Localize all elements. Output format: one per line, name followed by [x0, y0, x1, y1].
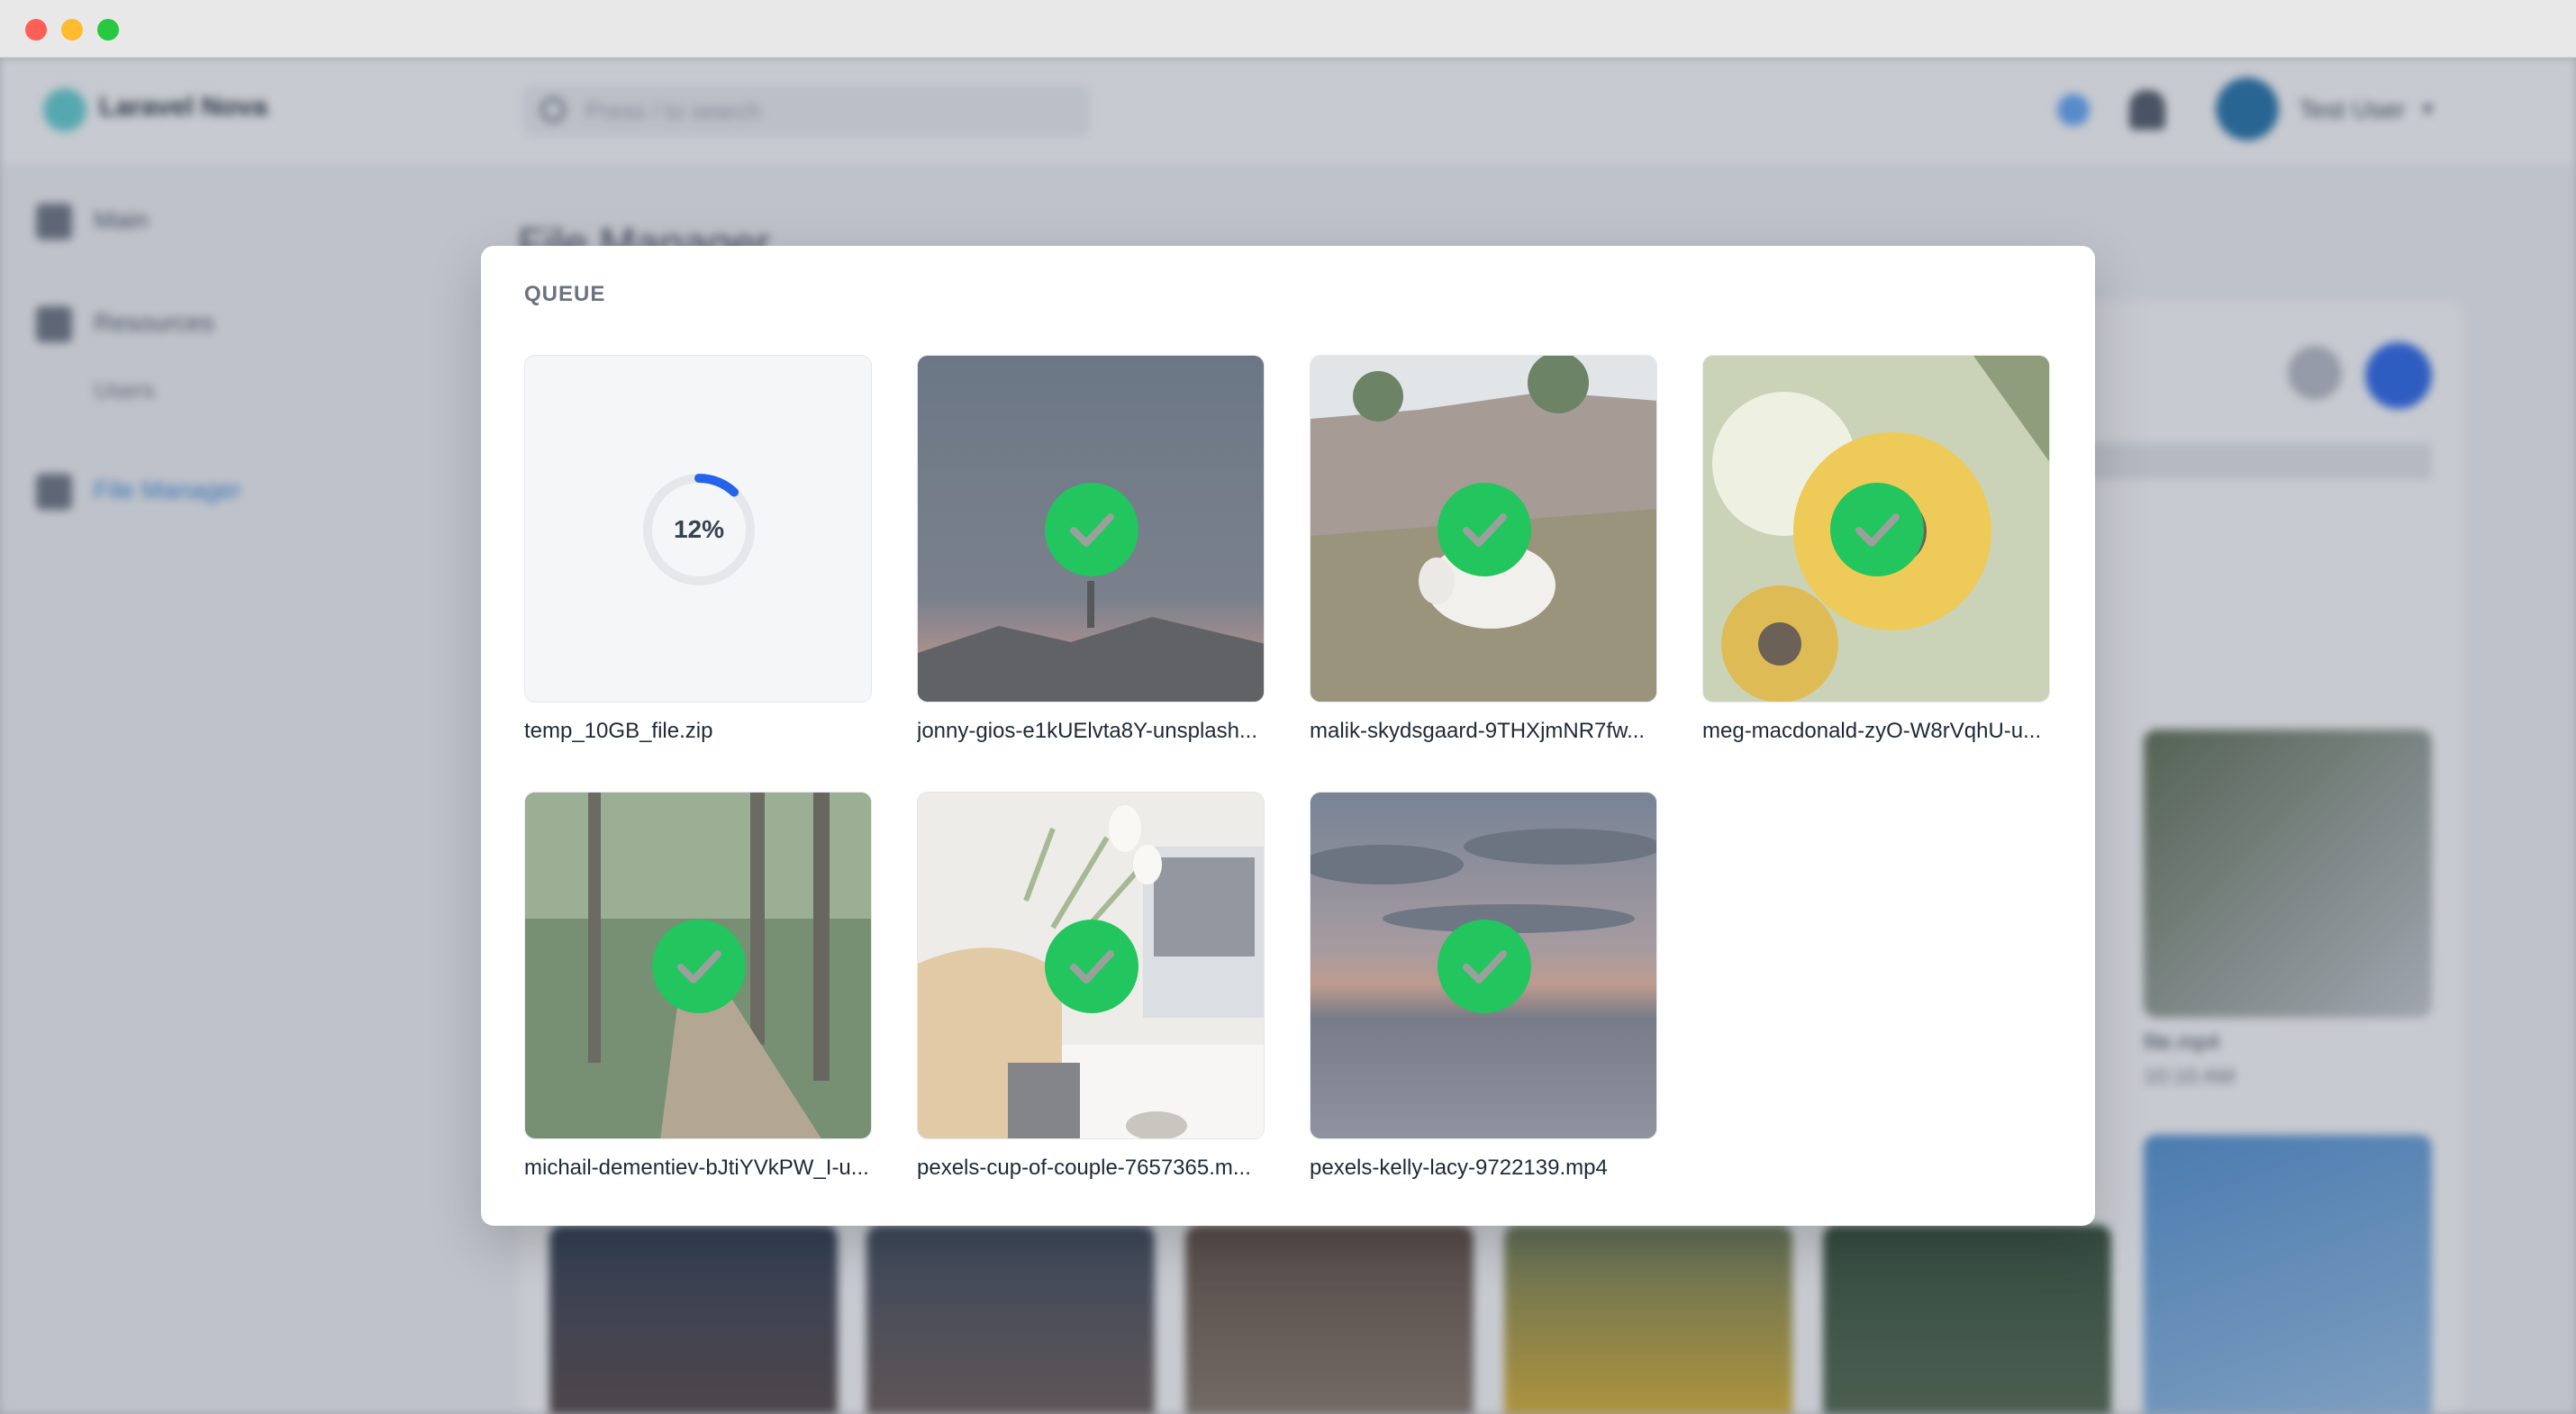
window-titlebar	[0, 0, 2576, 58]
queue-item[interactable]: 12% temp_10GB_file.zip	[524, 355, 872, 744]
file-name: jonny-gios-e1kUElvta8Y-unsplash...	[917, 719, 1257, 743]
checkmark-icon	[1463, 513, 1507, 547]
progress-ring-container: 12%	[640, 471, 757, 588]
checkmark-icon	[1070, 513, 1114, 547]
modal-title: QUEUE	[524, 282, 606, 306]
upload-complete-badge	[1830, 483, 1924, 576]
upload-complete-badge	[1045, 483, 1138, 576]
queue-item[interactable]: michail-dementiev-bJtiYVkPW_I-u...	[524, 792, 872, 1181]
close-window-button[interactable]	[25, 19, 47, 41]
file-name: malik-skydsgaard-9THXjmNR7fw...	[1310, 719, 1646, 743]
minimize-window-button[interactable]	[61, 19, 83, 41]
queue-item[interactable]: pexels-cup-of-couple-7657365.m...	[917, 792, 1265, 1181]
upload-complete-badge	[1045, 920, 1138, 1013]
checkmark-icon	[1463, 950, 1507, 983]
queue-item[interactable]: malik-skydsgaard-9THXjmNR7fw...	[1310, 355, 1657, 744]
checkmark-icon	[1855, 513, 1900, 547]
file-name: pexels-kelly-lacy-9722139.mp4	[1310, 1156, 1608, 1180]
file-name: meg-macdonald-zyO-W8rVqhU-u...	[1702, 719, 2042, 743]
queue-item[interactable]: pexels-kelly-lacy-9722139.mp4	[1310, 792, 1657, 1181]
file-thumbnail	[917, 792, 1265, 1139]
upload-complete-badge	[1438, 483, 1531, 576]
maximize-window-button[interactable]	[97, 19, 119, 41]
queue-item[interactable]: jonny-gios-e1kUElvta8Y-unsplash...	[917, 355, 1265, 744]
checkmark-icon	[677, 950, 721, 983]
file-name: michail-dementiev-bJtiYVkPW_I-u...	[524, 1156, 869, 1180]
upload-complete-badge	[652, 920, 746, 1013]
upload-queue-modal: QUEUE 12% temp_10GB_file.zip jonny-gios-…	[481, 246, 2095, 1226]
file-name: temp_10GB_file.zip	[524, 719, 713, 743]
progress-label: 12%	[673, 515, 725, 543]
file-thumbnail	[1702, 355, 2050, 702]
checkmark-icon	[1070, 950, 1114, 983]
file-thumbnail	[1310, 792, 1657, 1139]
file-thumbnail	[524, 792, 872, 1139]
file-thumbnail	[917, 355, 1265, 702]
upload-complete-badge	[1438, 920, 1531, 1013]
file-thumbnail	[1310, 355, 1657, 702]
file-thumbnail: 12%	[524, 355, 872, 702]
queue-item[interactable]: meg-macdonald-zyO-W8rVqhU-u...	[1702, 355, 2050, 744]
file-name: pexels-cup-of-couple-7657365.m...	[917, 1156, 1251, 1180]
